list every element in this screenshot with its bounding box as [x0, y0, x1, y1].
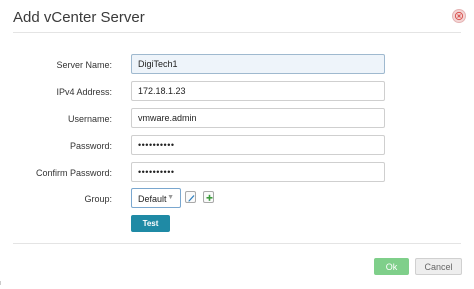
password-input[interactable] [131, 135, 385, 155]
test-button[interactable]: Test [131, 215, 170, 232]
add-group-button[interactable] [203, 191, 214, 203]
cancel-button[interactable]: Cancel [415, 258, 462, 275]
chevron-down-icon: ▼ [167, 194, 174, 201]
username-label: Username: [67, 114, 112, 124]
header-divider [13, 32, 461, 33]
window-edge-mark [0, 281, 5, 285]
edit-icon [188, 195, 195, 202]
password-label: Password: [69, 141, 112, 151]
username-input[interactable] [131, 108, 385, 128]
dialog-title: Add vCenter Server [13, 9, 145, 26]
confirm-password-input[interactable] [131, 162, 385, 182]
plus-icon [206, 194, 213, 201]
ok-button[interactable]: Ok [374, 258, 409, 275]
server-name-label: Server Name: [56, 60, 112, 70]
group-select[interactable]: Default ▼ [131, 188, 181, 208]
group-selected-value: Default [138, 194, 167, 204]
close-button[interactable] [452, 9, 466, 23]
server-name-input[interactable] [131, 54, 385, 74]
confirm-password-label: Confirm Password: [35, 168, 112, 178]
group-label: Group: [84, 194, 112, 204]
close-icon [454, 11, 464, 21]
ipv4-label: IPv4 Address: [56, 87, 112, 97]
add-vcenter-dialog: Add vCenter Server Server Name: IPv4 Add… [0, 0, 474, 289]
footer-divider [13, 243, 461, 244]
edit-group-button[interactable] [185, 191, 196, 203]
ipv4-address-input[interactable] [131, 81, 385, 101]
